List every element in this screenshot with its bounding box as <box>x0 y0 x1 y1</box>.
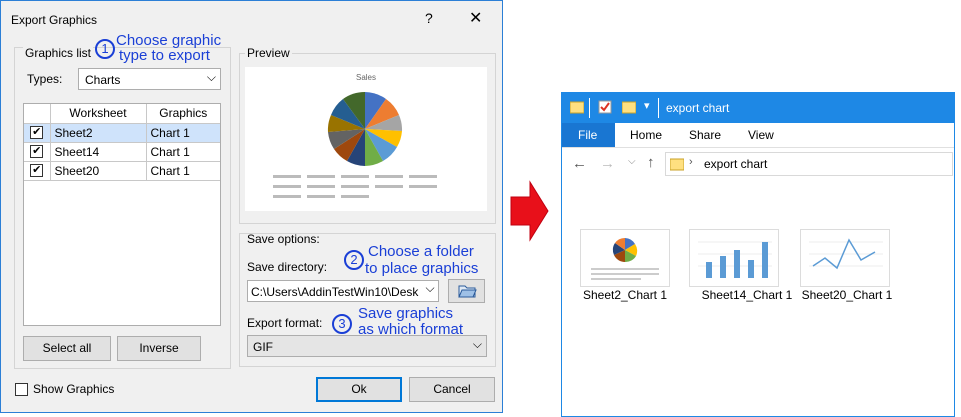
table-header-row: Worksheet Graphics <box>24 104 220 124</box>
export-format-value: GIF <box>253 340 273 354</box>
callout-number-1: 1 <box>95 39 115 59</box>
preview-label: Preview <box>245 46 292 60</box>
inverse-button[interactable]: Inverse <box>117 336 201 361</box>
line-chart-thumbnail <box>809 238 883 270</box>
folder-icon <box>670 158 684 171</box>
help-button[interactable]: ? <box>425 10 433 26</box>
file-name[interactable]: Sheet20_Chart 1 <box>794 288 900 302</box>
file-explorer-window: ▾ export chart File Home Share View ← → … <box>561 92 955 417</box>
graphic-cell: Chart 1 <box>145 160 220 181</box>
save-directory-value: C:\Users\AddinTestWin10\Desk <box>251 285 419 299</box>
back-arrow-icon[interactable]: ← <box>572 155 587 172</box>
worksheet-cell: Sheet20 <box>49 160 147 181</box>
file-thumbnail-line[interactable] <box>800 229 890 287</box>
quick-access-dropdown-icon[interactable]: ▾ <box>644 99 650 112</box>
table-row[interactable]: ✔ Sheet20 Chart 1 <box>24 160 220 181</box>
select-all-button[interactable]: Select all <box>23 336 111 361</box>
row-checkbox[interactable]: ✔ <box>30 126 44 139</box>
callout-3-line2: as which format <box>358 321 464 338</box>
properties-icon[interactable] <box>598 100 612 114</box>
breadcrumb-chevron-icon[interactable]: › <box>689 156 693 168</box>
preview-chart: Sales <box>245 67 487 211</box>
graphics-table: Worksheet Graphics ✔ Sheet2 Chart 1 ✔ Sh… <box>23 103 221 326</box>
tab-file-label: File <box>578 128 598 142</box>
row-checkbox[interactable]: ✔ <box>30 164 44 177</box>
browse-folder-button[interactable] <box>448 279 485 303</box>
tab-share[interactable]: Share <box>689 128 721 142</box>
tab-view[interactable]: View <box>748 128 774 142</box>
save-directory-combobox[interactable]: C:\Users\AddinTestWin10\Desk ⌵ <box>247 280 439 302</box>
show-graphics-label: Show Graphics <box>33 382 115 396</box>
save-directory-label: Save directory: <box>247 260 328 274</box>
worksheet-cell: Sheet14 <box>49 141 147 162</box>
dialog-title: Export Graphics <box>11 13 98 27</box>
table-row[interactable]: ✔ Sheet2 Chart 1 <box>24 122 220 143</box>
graphics-list-label: Graphics list <box>23 46 94 60</box>
callout-number-3: 3 <box>332 314 352 334</box>
folder-open-icon <box>458 285 477 298</box>
types-value: Charts <box>85 73 121 87</box>
export-format-combobox[interactable]: GIF ⌵ <box>247 335 487 357</box>
file-name[interactable]: Sheet2_Chart 1 <box>562 288 688 302</box>
graphic-cell: Chart 1 <box>145 122 220 143</box>
graphic-cell: Chart 1 <box>145 141 220 162</box>
explorer-title: export chart <box>666 101 730 115</box>
callout-3-line1: Save graphics <box>358 305 454 322</box>
cancel-button[interactable]: Cancel <box>409 377 495 402</box>
callout-number-2: 2 <box>344 250 364 270</box>
chevron-down-icon: ⌵ <box>422 281 438 301</box>
chevron-down-icon: ⌵ <box>472 337 482 351</box>
save-options-label: Save options: <box>247 232 320 246</box>
column-header-worksheet: Worksheet <box>49 104 147 124</box>
tab-home[interactable]: Home <box>630 128 662 142</box>
file-name[interactable]: Sheet14_Chart 1 <box>688 288 806 302</box>
recent-locations-icon[interactable]: ⌵ <box>628 156 636 167</box>
pie-chart-thumbnail <box>591 237 659 280</box>
ok-button[interactable]: Ok <box>316 377 402 402</box>
column-chart-thumbnail <box>698 241 772 278</box>
show-graphics-checkbox[interactable] <box>15 383 28 396</box>
forward-arrow-icon[interactable]: → <box>600 155 615 172</box>
pie-legend-graphic <box>273 175 437 198</box>
callout-2-line1: Choose a folder <box>368 243 474 260</box>
right-arrow-icon <box>510 180 549 242</box>
address-text: export chart <box>704 157 768 171</box>
pie-chart-graphic <box>327 91 403 166</box>
chevron-down-icon: ⌵ <box>206 70 216 84</box>
worksheet-cell: Sheet2 <box>49 122 147 143</box>
tab-file[interactable]: File <box>562 123 615 147</box>
new-folder-icon[interactable] <box>622 100 636 114</box>
export-graphics-dialog: Export Graphics ? ✕ Graphics list Types:… <box>0 0 503 413</box>
types-label: Types: <box>27 72 63 86</box>
preview-chart-title: Sales <box>355 73 376 82</box>
address-bar[interactable]: › export chart <box>665 152 953 176</box>
callout-1-line1: Choose graphic <box>116 32 222 49</box>
explorer-titlebar: ▾ export chart <box>562 93 954 123</box>
callout-1-line2: type to export <box>119 47 210 64</box>
file-thumbnail-pie[interactable] <box>580 229 670 287</box>
callout-2-line2: to place graphics <box>365 260 479 277</box>
column-header-graphics: Graphics <box>145 104 220 124</box>
export-format-label: Export format: <box>247 316 323 330</box>
folder-icon <box>570 101 584 114</box>
file-thumbnail-column[interactable] <box>689 229 779 287</box>
types-combobox[interactable]: Charts ⌵ <box>78 68 221 90</box>
close-button[interactable]: ✕ <box>469 8 482 28</box>
row-checkbox[interactable]: ✔ <box>30 145 44 158</box>
table-row[interactable]: ✔ Sheet14 Chart 1 <box>24 141 220 162</box>
up-arrow-icon[interactable]: ↑ <box>647 154 655 171</box>
